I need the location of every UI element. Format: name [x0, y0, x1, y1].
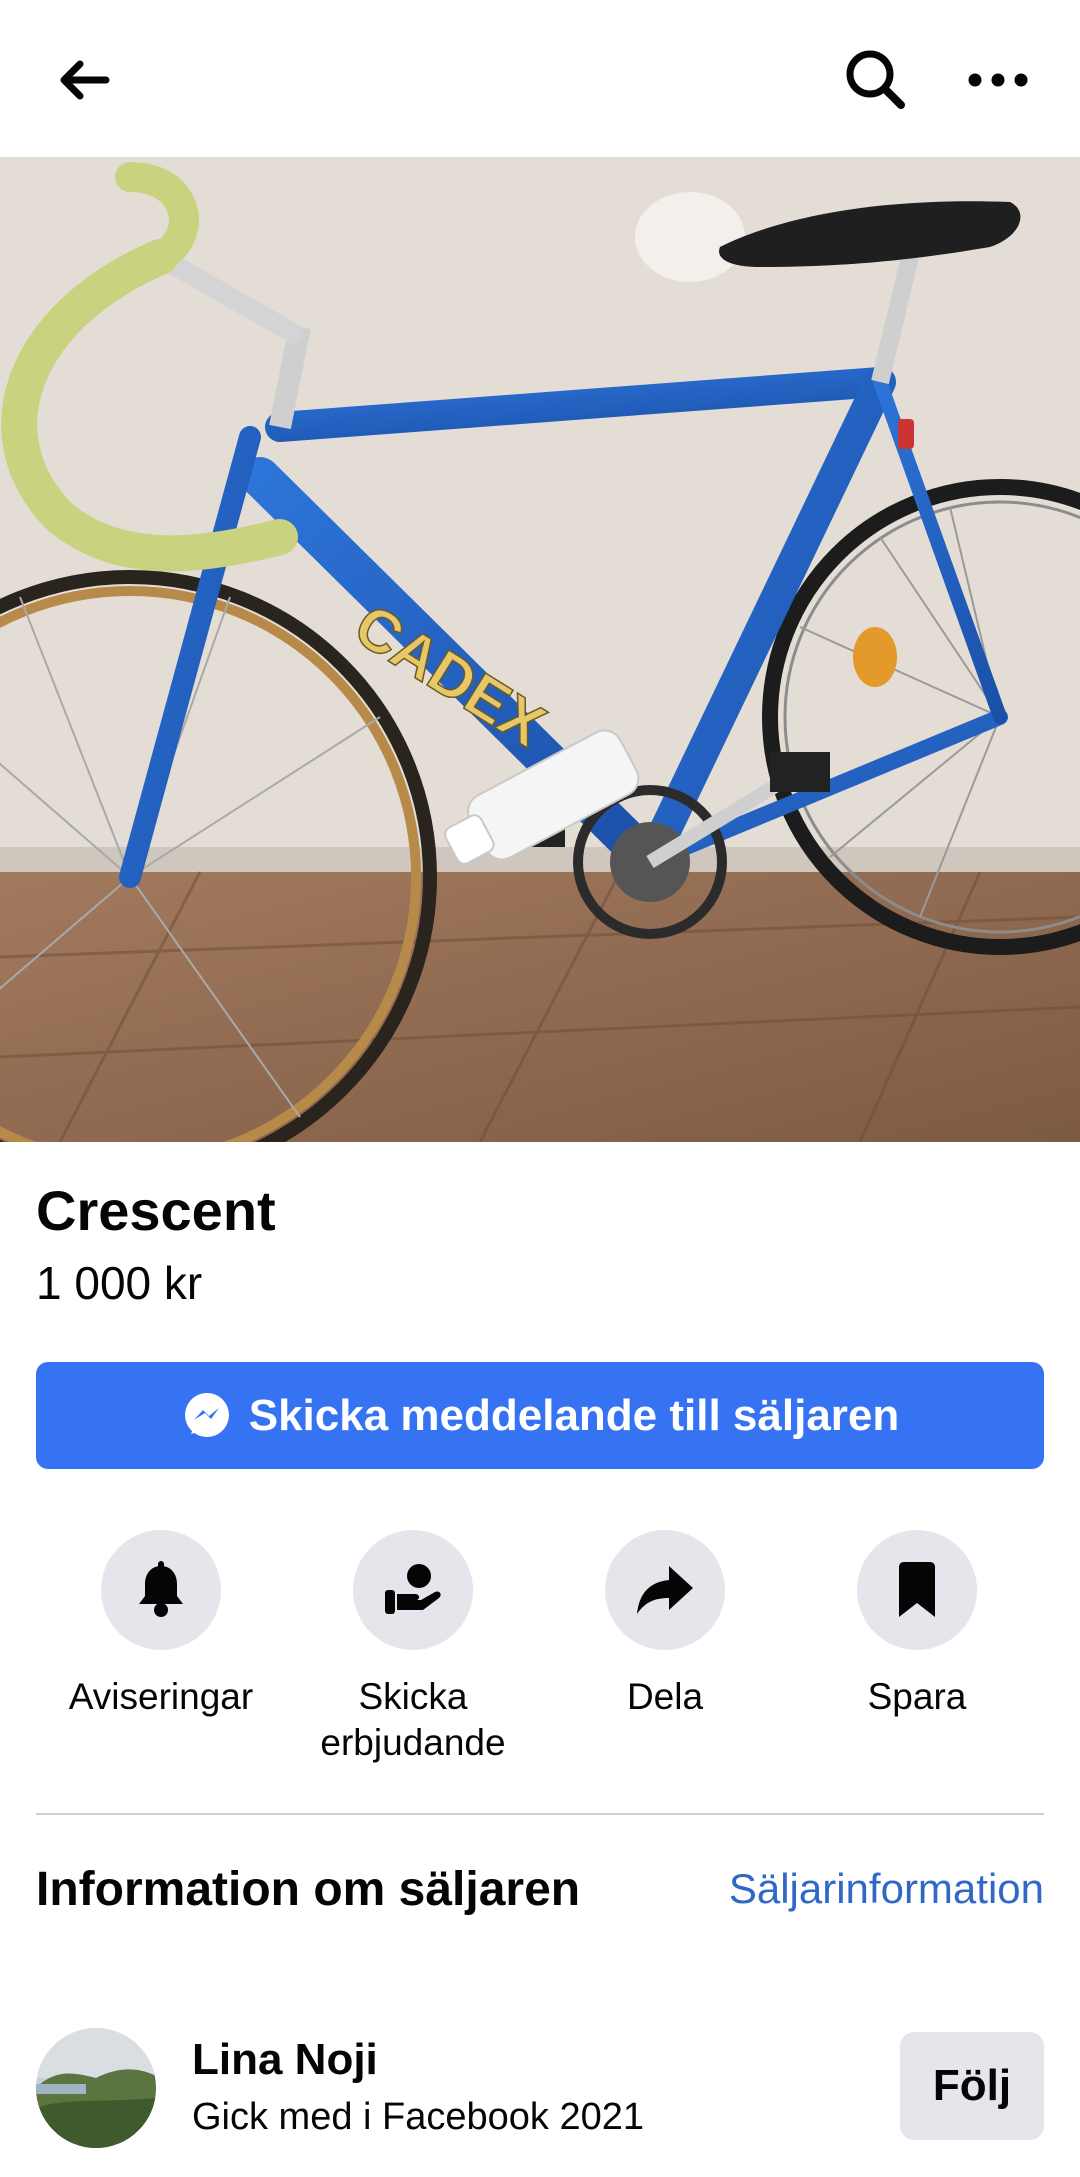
save-action[interactable]: Spara: [797, 1530, 1037, 1720]
listing-title: Crescent: [36, 1179, 276, 1242]
messenger-icon: [184, 1392, 229, 1437]
search-button[interactable]: [836, 40, 916, 120]
listing-actions: Aviseringar Skicka erbjudande Dela Spara: [0, 1530, 1080, 1770]
bell-icon: [139, 1561, 183, 1617]
send-offer-action[interactable]: Skicka erbjudande: [293, 1530, 533, 1766]
offer-hand-icon: [385, 1564, 441, 1614]
send-message-label: Skicka meddelande till säljaren: [248, 1390, 900, 1440]
share-label: Dela: [626, 1676, 704, 1717]
notifications-label: Aviseringar: [68, 1676, 254, 1717]
save-label: Spara: [867, 1676, 967, 1717]
back-button[interactable]: [52, 42, 116, 118]
seller-section-title: Information om säljaren: [36, 1863, 581, 1916]
save-button[interactable]: [857, 1530, 977, 1650]
send-offer-label-line2: erbjudande: [320, 1722, 506, 1763]
seller-name[interactable]: Lina Noji: [192, 2032, 378, 2088]
notifications-button[interactable]: [101, 1530, 221, 1650]
share-icon: [637, 1566, 693, 1614]
follow-button[interactable]: Följ: [900, 2032, 1044, 2140]
send-offer-label-line1: Skicka: [358, 1676, 468, 1717]
arrow-left-icon: [60, 60, 110, 100]
more-options-button[interactable]: [958, 40, 1038, 120]
bike-photo-illustration: CADEX: [0, 157, 1080, 1142]
search-icon: [846, 50, 905, 109]
share-action[interactable]: Dela: [545, 1530, 785, 1720]
seller-avatar[interactable]: [36, 2028, 156, 2148]
share-button[interactable]: [605, 1530, 725, 1650]
bookmark-icon: [899, 1562, 935, 1617]
top-bar: [0, 0, 1080, 158]
listing-price: 1 000 kr: [36, 1257, 203, 1309]
seller-row: Lina Noji Gick med i Facebook 2021 Följ: [0, 2020, 1080, 2160]
notifications-action[interactable]: Aviseringar: [41, 1530, 281, 1720]
send-message-button[interactable]: Skicka meddelande till säljaren: [36, 1362, 1044, 1469]
listing-photo[interactable]: CADEX: [0, 157, 1080, 1142]
send-offer-label: Skicka erbjudande: [293, 1674, 533, 1766]
more-horizontal-icon: [968, 73, 1028, 87]
avatar-landscape-image: [36, 2028, 156, 2148]
seller-information-link[interactable]: Säljarinformation: [700, 1862, 1044, 1916]
send-offer-button[interactable]: [353, 1530, 473, 1650]
seller-joined-text: Gick med i Facebook 2021: [192, 2096, 645, 2138]
divider: [36, 1813, 1044, 1815]
